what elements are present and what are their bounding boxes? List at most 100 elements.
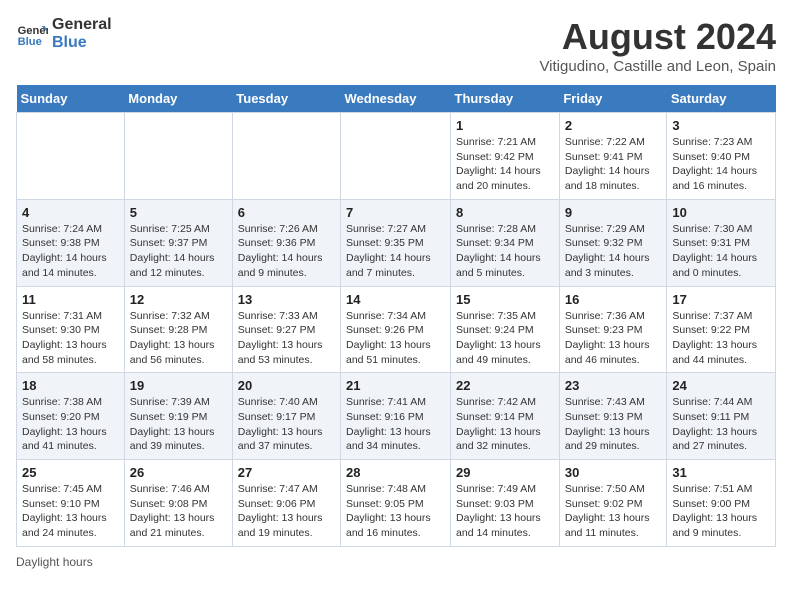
day-info: Sunrise: 7:27 AMSunset: 9:35 PMDaylight:… bbox=[346, 222, 445, 281]
calendar-cell: 26 Sunrise: 7:46 AMSunset: 9:08 PMDayligh… bbox=[124, 460, 232, 547]
day-info: Sunrise: 7:21 AMSunset: 9:42 PMDaylight:… bbox=[456, 135, 554, 194]
day-info: Sunrise: 7:24 AMSunset: 9:38 PMDaylight:… bbox=[22, 222, 119, 281]
calendar-table: SundayMondayTuesdayWednesdayThursdayFrid… bbox=[16, 85, 776, 547]
calendar-cell: 1 Sunrise: 7:21 AMSunset: 9:42 PMDaylight… bbox=[451, 113, 560, 200]
week-row-2: 11 Sunrise: 7:31 AMSunset: 9:30 PMDayligh… bbox=[17, 286, 776, 373]
day-number: 13 bbox=[238, 292, 335, 307]
calendar-cell: 10 Sunrise: 7:30 AMSunset: 9:31 PMDayligh… bbox=[667, 199, 776, 286]
calendar-cell: 7 Sunrise: 7:27 AMSunset: 9:35 PMDaylight… bbox=[341, 199, 451, 286]
header-monday: Monday bbox=[124, 85, 232, 113]
week-row-3: 18 Sunrise: 7:38 AMSunset: 9:20 PMDayligh… bbox=[17, 373, 776, 460]
day-number: 31 bbox=[672, 465, 770, 480]
calendar-cell: 25 Sunrise: 7:45 AMSunset: 9:10 PMDayligh… bbox=[17, 460, 125, 547]
day-number: 2 bbox=[565, 118, 662, 133]
day-number: 9 bbox=[565, 205, 662, 220]
calendar-cell: 8Sunrise: 7:28 AMSunset: 9:34 PMDaylight… bbox=[451, 199, 560, 286]
logo-icon: General Blue bbox=[16, 18, 48, 50]
day-number: 19 bbox=[130, 378, 227, 393]
day-info: Sunrise: 7:32 AMSunset: 9:28 PMDaylight:… bbox=[130, 309, 227, 368]
day-info: Sunrise: 7:31 AMSunset: 9:30 PMDaylight:… bbox=[22, 309, 119, 368]
day-number: 25 bbox=[22, 465, 119, 480]
day-number: 17 bbox=[672, 292, 770, 307]
calendar-cell: 29 Sunrise: 7:49 AMSunset: 9:03 PMDayligh… bbox=[451, 460, 560, 547]
day-info: Sunrise: 7:48 AMSunset: 9:05 PMDaylight:… bbox=[346, 482, 445, 541]
day-number: 23 bbox=[565, 378, 662, 393]
logo-line1: General bbox=[52, 16, 112, 34]
calendar-cell: 31 Sunrise: 7:51 AMSunset: 9:00 PMDayligh… bbox=[667, 460, 776, 547]
calendar-cell: 15Sunrise: 7:35 AMSunset: 9:24 PMDayligh… bbox=[451, 286, 560, 373]
day-info: Sunrise: 7:51 AMSunset: 9:00 PMDaylight:… bbox=[672, 482, 770, 541]
calendar-cell: 24Sunrise: 7:44 AMSunset: 9:11 PMDayligh… bbox=[667, 373, 776, 460]
day-info: Sunrise: 7:25 AMSunset: 9:37 PMDaylight:… bbox=[130, 222, 227, 281]
week-row-1: 4Sunrise: 7:24 AMSunset: 9:38 PMDaylight… bbox=[17, 199, 776, 286]
day-info: Sunrise: 7:38 AMSunset: 9:20 PMDaylight:… bbox=[22, 395, 119, 454]
day-info: Sunrise: 7:40 AMSunset: 9:17 PMDaylight:… bbox=[238, 395, 335, 454]
day-info: Sunrise: 7:46 AMSunset: 9:08 PMDaylight:… bbox=[130, 482, 227, 541]
day-number: 5 bbox=[130, 205, 227, 220]
calendar-cell bbox=[124, 113, 232, 200]
svg-text:Blue: Blue bbox=[18, 36, 42, 48]
day-number: 29 bbox=[456, 465, 554, 480]
calendar-cell: 9 Sunrise: 7:29 AMSunset: 9:32 PMDaylight… bbox=[559, 199, 667, 286]
day-number: 16 bbox=[565, 292, 662, 307]
calendar-header-row: SundayMondayTuesdayWednesdayThursdayFrid… bbox=[17, 85, 776, 113]
main-title: August 2024 bbox=[539, 16, 776, 58]
calendar-cell: 19Sunrise: 7:39 AMSunset: 9:19 PMDayligh… bbox=[124, 373, 232, 460]
day-info: Sunrise: 7:29 AMSunset: 9:32 PMDaylight:… bbox=[565, 222, 662, 281]
day-info: Sunrise: 7:23 AMSunset: 9:40 PMDaylight:… bbox=[672, 135, 770, 194]
header-wednesday: Wednesday bbox=[341, 85, 451, 113]
day-info: Sunrise: 7:44 AMSunset: 9:11 PMDaylight:… bbox=[672, 395, 770, 454]
calendar-cell: 18 Sunrise: 7:38 AMSunset: 9:20 PMDayligh… bbox=[17, 373, 125, 460]
day-number: 27 bbox=[238, 465, 335, 480]
title-block: August 2024 Vitigudino, Castille and Leo… bbox=[539, 16, 776, 75]
header-sunday: Sunday bbox=[17, 85, 125, 113]
calendar-cell: 12 Sunrise: 7:32 AMSunset: 9:28 PMDayligh… bbox=[124, 286, 232, 373]
calendar-cell: 5 Sunrise: 7:25 AMSunset: 9:37 PMDaylight… bbox=[124, 199, 232, 286]
day-info: Sunrise: 7:49 AMSunset: 9:03 PMDaylight:… bbox=[456, 482, 554, 541]
calendar-cell: 17 Sunrise: 7:37 AMSunset: 9:22 PMDayligh… bbox=[667, 286, 776, 373]
day-number: 30 bbox=[565, 465, 662, 480]
calendar-cell: 11 Sunrise: 7:31 AMSunset: 9:30 PMDayligh… bbox=[17, 286, 125, 373]
header-tuesday: Tuesday bbox=[232, 85, 340, 113]
calendar-cell: 22 Sunrise: 7:42 AMSunset: 9:14 PMDayligh… bbox=[451, 373, 560, 460]
day-number: 18 bbox=[22, 378, 119, 393]
day-number: 7 bbox=[346, 205, 445, 220]
day-number: 1 bbox=[456, 118, 554, 133]
calendar-cell bbox=[341, 113, 451, 200]
day-info: Sunrise: 7:22 AMSunset: 9:41 PMDaylight:… bbox=[565, 135, 662, 194]
day-number: 12 bbox=[130, 292, 227, 307]
calendar-cell: 21Sunrise: 7:41 AMSunset: 9:16 PMDayligh… bbox=[341, 373, 451, 460]
day-number: 21 bbox=[346, 378, 445, 393]
calendar-cell: 27 Sunrise: 7:47 AMSunset: 9:06 PMDayligh… bbox=[232, 460, 340, 547]
calendar-cell: 2 Sunrise: 7:22 AMSunset: 9:41 PMDaylight… bbox=[559, 113, 667, 200]
calendar-cell: 20 Sunrise: 7:40 AMSunset: 9:17 PMDayligh… bbox=[232, 373, 340, 460]
calendar-cell: 4Sunrise: 7:24 AMSunset: 9:38 PMDaylight… bbox=[17, 199, 125, 286]
day-info: Sunrise: 7:45 AMSunset: 9:10 PMDaylight:… bbox=[22, 482, 119, 541]
day-info: Sunrise: 7:47 AMSunset: 9:06 PMDaylight:… bbox=[238, 482, 335, 541]
day-number: 6 bbox=[238, 205, 335, 220]
calendar-cell: 13 Sunrise: 7:33 AMSunset: 9:27 PMDayligh… bbox=[232, 286, 340, 373]
header-saturday: Saturday bbox=[667, 85, 776, 113]
day-number: 15 bbox=[456, 292, 554, 307]
day-number: 11 bbox=[22, 292, 119, 307]
day-number: 28 bbox=[346, 465, 445, 480]
day-number: 3 bbox=[672, 118, 770, 133]
logo: General Blue General Blue bbox=[16, 16, 112, 51]
day-info: Sunrise: 7:33 AMSunset: 9:27 PMDaylight:… bbox=[238, 309, 335, 368]
day-number: 8 bbox=[456, 205, 554, 220]
day-number: 10 bbox=[672, 205, 770, 220]
subtitle: Vitigudino, Castille and Leon, Spain bbox=[539, 58, 776, 75]
header-friday: Friday bbox=[559, 85, 667, 113]
day-info: Sunrise: 7:37 AMSunset: 9:22 PMDaylight:… bbox=[672, 309, 770, 368]
day-number: 20 bbox=[238, 378, 335, 393]
day-info: Sunrise: 7:50 AMSunset: 9:02 PMDaylight:… bbox=[565, 482, 662, 541]
day-info: Sunrise: 7:42 AMSunset: 9:14 PMDaylight:… bbox=[456, 395, 554, 454]
day-info: Sunrise: 7:30 AMSunset: 9:31 PMDaylight:… bbox=[672, 222, 770, 281]
day-number: 14 bbox=[346, 292, 445, 307]
day-number: 26 bbox=[130, 465, 227, 480]
day-number: 22 bbox=[456, 378, 554, 393]
day-info: Sunrise: 7:26 AMSunset: 9:36 PMDaylight:… bbox=[238, 222, 335, 281]
calendar-cell: 3 Sunrise: 7:23 AMSunset: 9:40 PMDaylight… bbox=[667, 113, 776, 200]
header-thursday: Thursday bbox=[451, 85, 560, 113]
day-info: Sunrise: 7:36 AMSunset: 9:23 PMDaylight:… bbox=[565, 309, 662, 368]
